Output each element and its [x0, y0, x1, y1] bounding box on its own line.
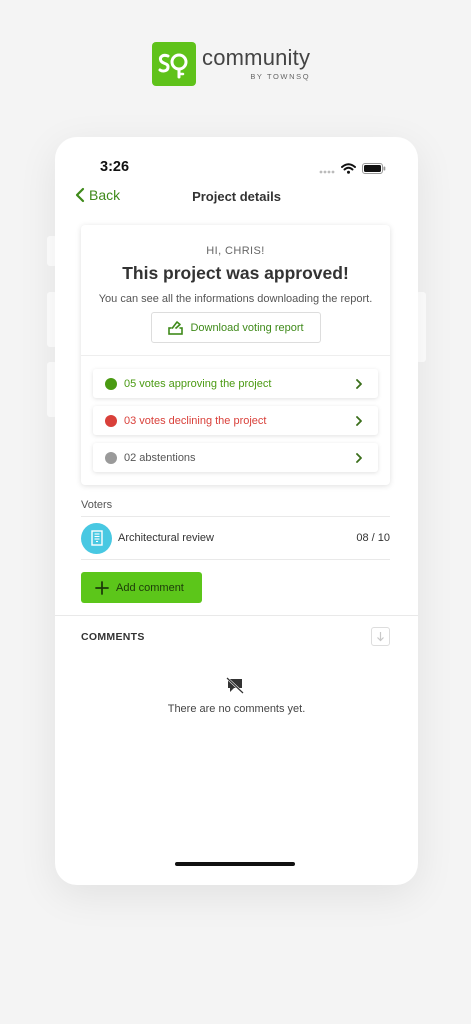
- logo-badge: [152, 42, 196, 86]
- vote-row-abstentions[interactable]: 02 abstentions: [93, 443, 378, 472]
- voter-group-count: 08 / 10: [356, 532, 390, 544]
- add-comment-button[interactable]: Add comment: [81, 572, 202, 603]
- page-title: Project details: [192, 189, 281, 204]
- divider: [81, 516, 390, 517]
- wifi-icon: [341, 161, 356, 179]
- report-hint: You can see all the informations downloa…: [98, 293, 373, 305]
- vote-row-approving[interactable]: 05 votes approving the project: [93, 369, 378, 398]
- vote-label: 03 votes declining the project: [124, 414, 267, 427]
- brand-name: community: [202, 45, 311, 70]
- phone-frame: 3:26 Back Project details HI, CHRIS! Thi…: [55, 137, 418, 885]
- download-report-button[interactable]: Download voting report: [151, 312, 321, 343]
- divider: [55, 615, 418, 616]
- vote-label: 02 abstentions: [124, 451, 196, 464]
- signal-icon: [319, 161, 335, 179]
- arrow-down-icon: [377, 632, 384, 642]
- empty-comments-message: There are no comments yet.: [167, 703, 306, 715]
- vote-row-declining[interactable]: 03 votes declining the project: [93, 406, 378, 435]
- approve-status-dot: [105, 377, 117, 390]
- card-divider: [81, 355, 390, 356]
- status-bar: 3:26: [55, 137, 418, 181]
- greeting: HI, CHRIS!: [206, 245, 265, 257]
- decline-status-dot: [105, 414, 117, 427]
- divider: [81, 559, 390, 560]
- sort-comments-button[interactable]: [371, 627, 390, 646]
- vote-label: 05 votes approving the project: [124, 377, 272, 390]
- status-time: 3:26: [100, 159, 130, 175]
- battery-icon: [362, 161, 386, 179]
- abstain-status-dot: [105, 451, 117, 464]
- approval-headline: This project was approved!: [122, 263, 349, 283]
- chevron-right-icon: [356, 378, 362, 389]
- plus-icon: [95, 580, 109, 595]
- approval-summary-card: HI, CHRIS! This project was approved! Yo…: [81, 225, 390, 485]
- chevron-right-icon: [356, 452, 362, 463]
- download-report-label: Download voting report: [190, 321, 304, 334]
- brand-logo: community BY TOWNSQ: [152, 42, 310, 86]
- voter-group-name: Architectural review: [118, 532, 214, 544]
- brand-subtitle: BY TOWNSQ: [250, 72, 311, 81]
- comments-section-title: COMMENTS: [81, 631, 145, 643]
- voters-section-label: Voters: [81, 499, 113, 511]
- building-icon: [81, 522, 112, 554]
- nav-bar: Back Project details: [55, 185, 418, 209]
- add-comment-label: Add comment: [116, 581, 184, 594]
- chevron-right-icon: [356, 415, 362, 426]
- comment-off-icon: [226, 677, 244, 699]
- ballot-box-icon: [168, 320, 184, 335]
- voter-group-row[interactable]: Architectural review 08 / 10: [81, 521, 390, 555]
- home-indicator[interactable]: [175, 862, 295, 866]
